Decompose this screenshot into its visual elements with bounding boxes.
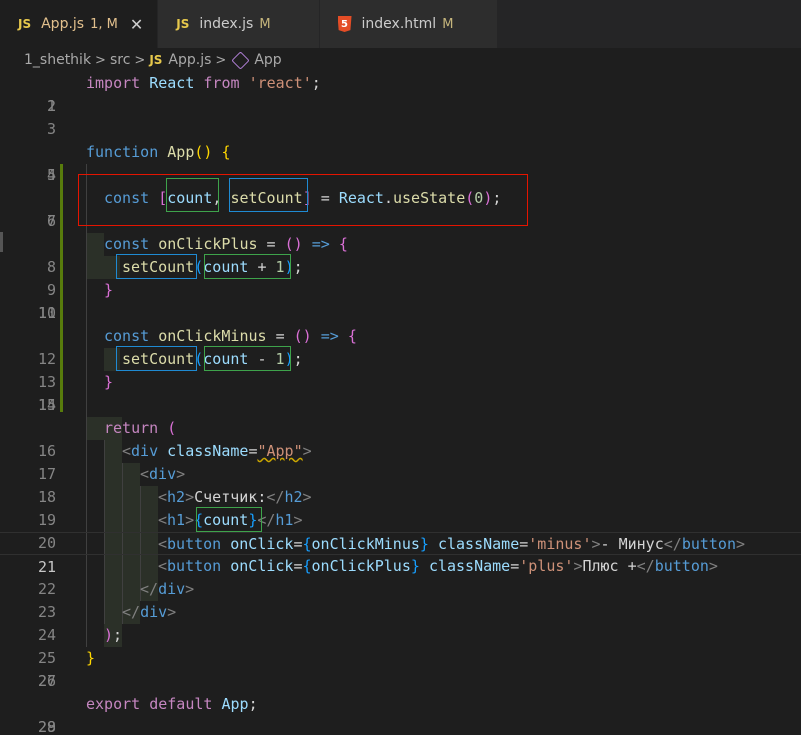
code-line[interactable]: 19 <h2>Счетчик:</h2> [0,486,801,529]
code-line[interactable]: 25 ); [0,624,801,667]
highlight-box-count [204,346,291,371]
breadcrumb: 1_shethik > src > JS App.js > App [0,48,801,72]
highlight-box-count [204,254,291,279]
code-line-current[interactable]: 21 <button onClick={onClickMinus} classN… [0,532,801,576]
line-number: 15 [37,396,56,414]
code-line[interactable]: 26 } [0,647,801,690]
line-number: 27 [37,672,56,690]
line-number: 2 [46,97,56,115]
line-number: 29 [37,718,56,735]
code-line[interactable]: 17 <div className="App"> [0,440,801,483]
code-line[interactable]: 24 </div> [0,601,801,644]
code-line[interactable]: 8 const onClickPlus = () => { [0,233,801,276]
tab-status: M [442,16,454,32]
code-line[interactable]: 22 <button onClick={onClickPlus} classNa… [0,555,801,598]
line-number: 3 [46,120,56,138]
highlight-box-setcount [116,346,197,371]
breadcrumb-folder[interactable]: 1_shethik [24,52,91,68]
code-line[interactable]: 10 } [0,279,801,322]
symbol-method-icon [231,50,251,70]
code-line[interactable]: 16 return ( [0,417,801,460]
code-line[interactable]: 4 function App() { [0,141,801,184]
tab-bar: JS App.js 1, M ✕ JS index.js M 5 index.h… [0,0,801,48]
code-editor[interactable]: 1 import React from 'react'; 2 3 4 funct… [0,72,801,735]
breadcrumb-file[interactable]: App.js [168,52,211,68]
tab-index-js[interactable]: JS index.js M [158,0,320,48]
highlight-box-setcount [116,254,197,279]
tab-status: M [259,16,271,32]
tab-status: 1, M [90,16,118,32]
highlight-box-count [196,507,262,532]
code-line[interactable]: 28 export default App; [0,693,801,735]
close-icon[interactable]: ✕ [130,15,143,34]
code-line[interactable]: 1 import React from 'react'; [0,72,801,115]
line-number: 5 [46,166,56,184]
chevron-right-icon: > [215,52,227,68]
tab-label: App.js [41,16,85,32]
chevron-right-icon: > [134,52,146,68]
tab-index-html[interactable]: 5 index.html M [319,0,499,48]
chevron-right-icon: > [95,52,106,68]
code-line[interactable]: 14 } [0,371,801,414]
breadcrumb-subfolder[interactable]: src [110,52,130,68]
js-file-icon: JS [149,53,163,67]
code-line[interactable]: 20 <h1>{count}</h1> [0,509,801,552]
html5-file-icon: 5 [337,16,352,32]
tab-label: index.html [361,16,437,32]
line-number: 11 [37,304,56,322]
highlight-box-setcount [229,178,308,212]
highlight-box-count [166,178,219,212]
tab-app-js[interactable]: JS App.js 1, M ✕ [0,0,159,48]
code-line[interactable]: 18 <div> [0,463,801,506]
tab-label: index.js [199,16,254,32]
js-file-icon: JS [176,17,190,31]
code-line[interactable]: 23 </div> [0,578,801,621]
line-number: 7 [46,212,56,230]
breadcrumb-symbol[interactable]: App [254,52,281,68]
js-file-icon: JS [18,17,32,31]
code-line[interactable]: 12 const onClickMinus = () => { [0,325,801,368]
